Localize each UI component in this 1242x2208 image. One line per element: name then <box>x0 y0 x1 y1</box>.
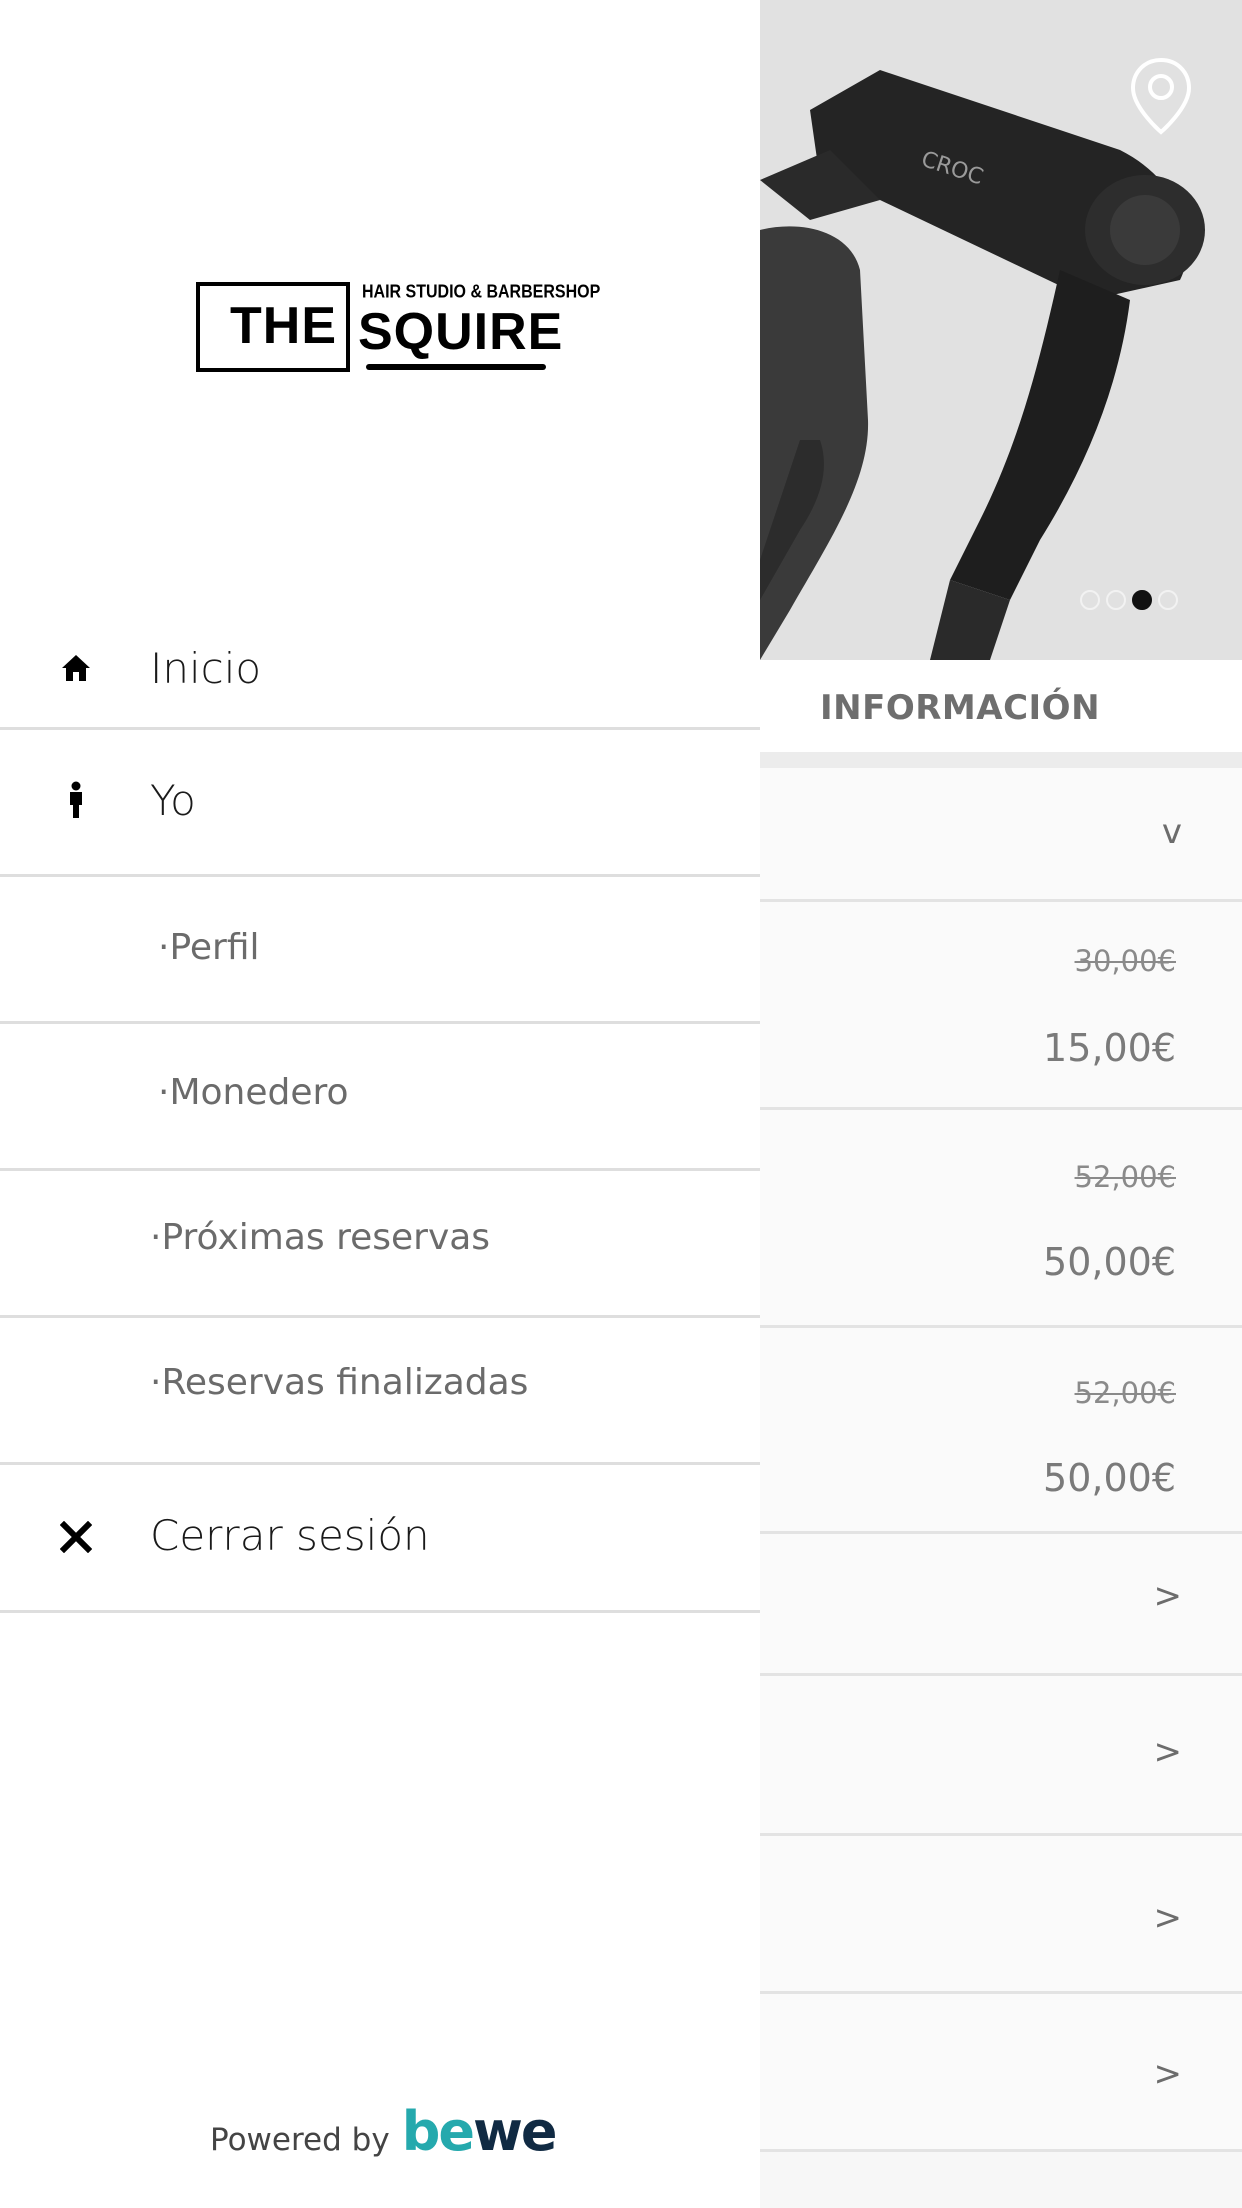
list-row[interactable]: > <box>760 1676 1242 1836</box>
menu-sublabel: ·Monedero <box>158 1072 349 1113</box>
carousel-dots <box>1080 590 1178 610</box>
menu-label: Yo <box>150 776 196 825</box>
new-price: 50,00€ <box>1043 1240 1176 1284</box>
list-row[interactable]: > <box>760 1994 1242 2152</box>
carousel-dot-active[interactable] <box>1132 590 1152 610</box>
close-icon <box>56 1517 96 1557</box>
menu-label: Inicio <box>150 644 262 693</box>
service-row[interactable]: 52,00€ 50,00€ <box>760 1110 1242 1328</box>
menu-sublabel: ·Reservas finalizadas <box>150 1362 529 1403</box>
menu-item-yo[interactable]: Yo <box>0 730 760 877</box>
person-icon <box>56 780 96 820</box>
menu-label: Cerrar sesión <box>150 1511 430 1560</box>
powered-by: Powered by bewe <box>210 2105 558 2159</box>
bewe-logo-be: be <box>401 2100 475 2163</box>
menu-item-inicio[interactable]: Inicio <box>0 620 760 730</box>
side-drawer: THE HAIR STUDIO & BARBERSHOP SQUIRE Inic… <box>0 0 760 2208</box>
brand-logo: THE HAIR STUDIO & BARBERSHOP SQUIRE <box>196 278 600 378</box>
chevron-right-icon: > <box>1153 2054 1183 2094</box>
background-page: CROC INFORMACIÓN v 30,00€ 15,00€ 52,00€ … <box>760 0 1242 2208</box>
logo-underline <box>366 364 546 370</box>
bewe-logo-we: we <box>472 2100 558 2163</box>
menu-sublabel: ·Perfil <box>158 927 260 968</box>
logo-word-right: SQUIRE <box>358 303 564 361</box>
list-row[interactable]: > <box>760 1836 1242 1994</box>
chevron-right-icon: > <box>1153 1732 1183 1772</box>
info-section-header: INFORMACIÓN <box>760 660 1242 752</box>
info-title: INFORMACIÓN <box>820 688 1101 728</box>
menu-item-proximas-reservas[interactable]: ·Próximas reservas <box>0 1171 760 1318</box>
chevron-right-icon: > <box>1153 1576 1183 1616</box>
expand-row[interactable]: v <box>760 768 1242 902</box>
carousel-dot[interactable] <box>1158 590 1178 610</box>
bewe-logo[interactable]: bewe <box>402 2105 558 2159</box>
home-icon <box>56 648 96 688</box>
hero-carousel[interactable]: CROC <box>760 0 1242 660</box>
menu-item-reservas-finalizadas[interactable]: ·Reservas finalizadas <box>0 1318 760 1465</box>
location-pin-icon[interactable] <box>1128 56 1194 136</box>
menu-item-monedero[interactable]: ·Monedero <box>0 1024 760 1171</box>
logo-tagline: HAIR STUDIO & BARBERSHOP <box>362 282 601 303</box>
old-price: 52,00€ <box>1074 1160 1176 1194</box>
menu-item-perfil[interactable]: ·Perfil <box>0 877 760 1024</box>
old-price: 52,00€ <box>1074 1376 1176 1410</box>
menu-item-cerrar-sesion[interactable]: Cerrar sesión <box>0 1465 760 1613</box>
new-price: 15,00€ <box>1043 1026 1176 1070</box>
new-price: 50,00€ <box>1043 1456 1176 1500</box>
list-row[interactable]: > <box>760 1534 1242 1676</box>
carousel-dot[interactable] <box>1080 590 1100 610</box>
divider <box>760 752 1242 768</box>
old-price: 30,00€ <box>1074 944 1176 978</box>
logo-word-left: THE <box>230 297 337 355</box>
carousel-dot[interactable] <box>1106 590 1126 610</box>
menu-sublabel: ·Próximas reservas <box>150 1217 491 1258</box>
service-row[interactable]: 52,00€ 50,00€ <box>760 1328 1242 1534</box>
service-row[interactable]: 30,00€ 15,00€ <box>760 902 1242 1110</box>
chevron-down-icon: v <box>1161 812 1182 852</box>
chevron-right-icon: > <box>1153 1898 1183 1938</box>
powered-by-text: Powered by <box>210 2122 390 2158</box>
